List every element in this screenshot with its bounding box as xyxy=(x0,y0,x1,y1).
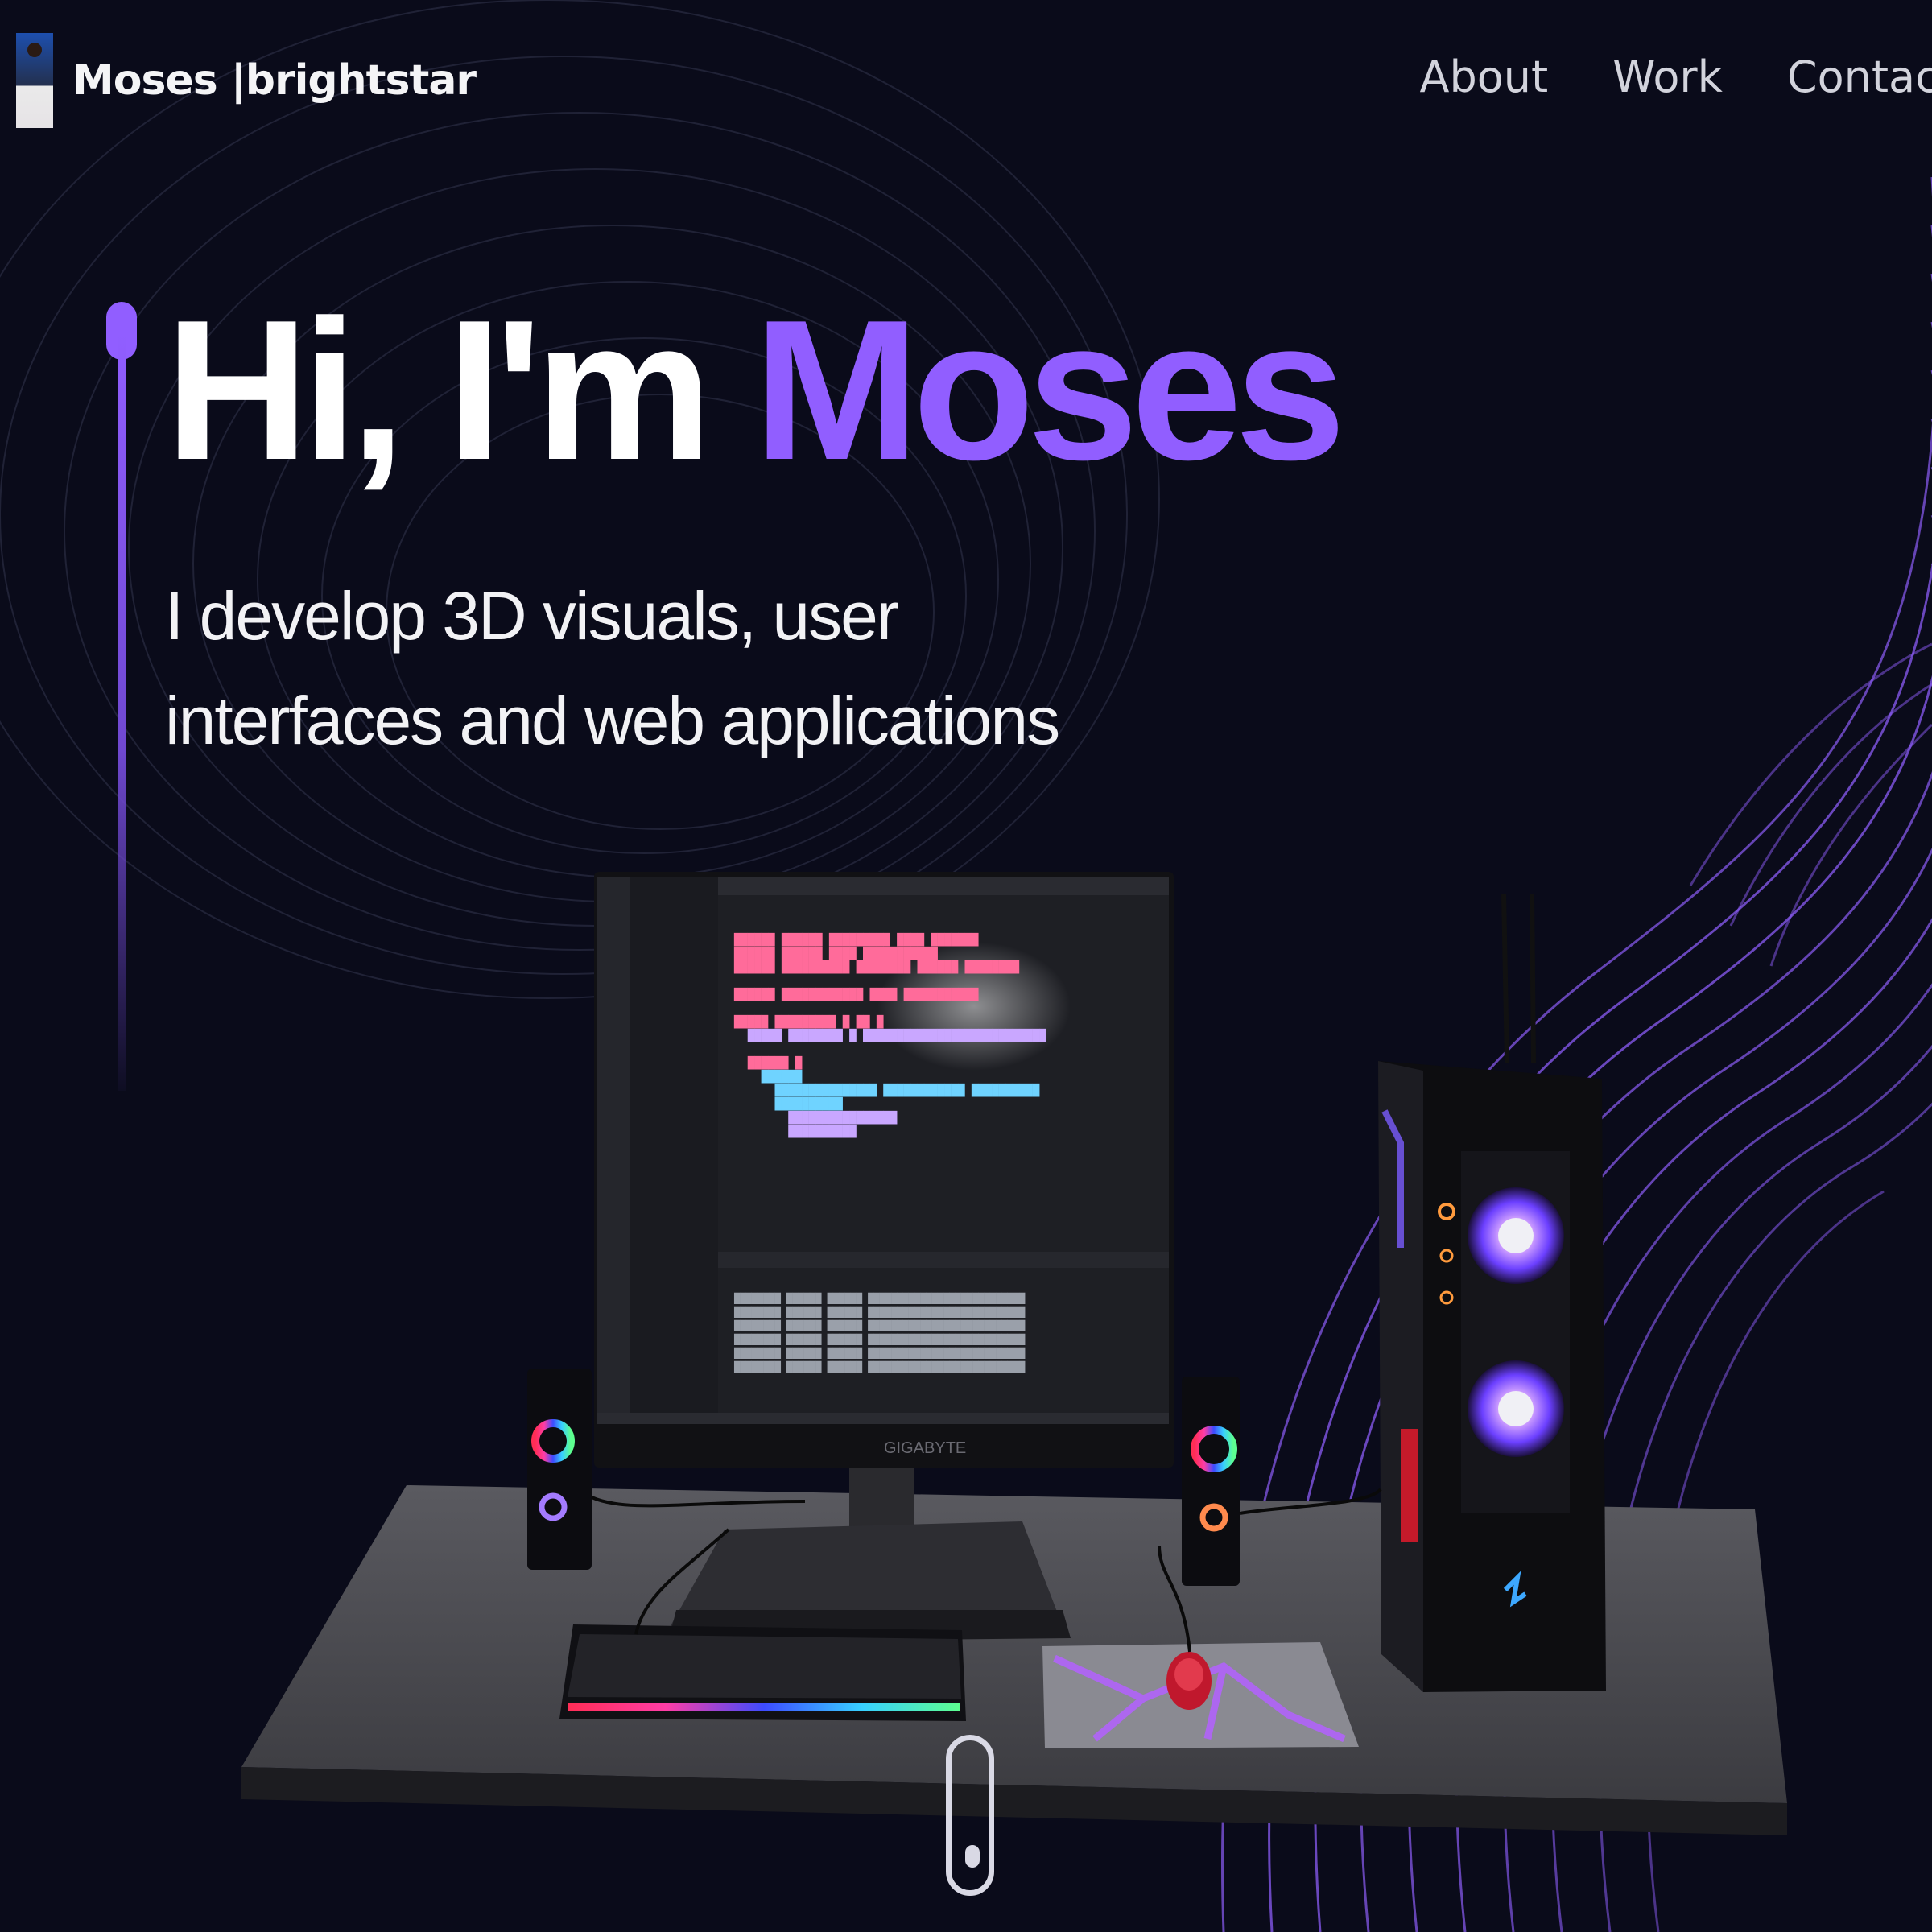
code-line: ██████ ██████ ████ ███████████ xyxy=(734,947,938,960)
brand-name: Moses |brightstar xyxy=(72,56,477,105)
scroll-indicator-icon[interactable] xyxy=(946,1735,994,1896)
profile-avatar-logo xyxy=(16,33,53,128)
monitor-screen: ██████ ██████ █████████ ████ ███████ ███… xyxy=(597,877,1169,1409)
terminal-line: ████████ ██████ ██████ █████████████████… xyxy=(734,1320,1026,1331)
nav-link-contact[interactable]: Contact xyxy=(1787,52,1932,102)
monitor-brand: GIGABYTE xyxy=(884,1439,966,1457)
terminal-line: ████████ ██████ ██████ █████████████████… xyxy=(734,1307,1026,1318)
pc-tower xyxy=(1378,893,1606,1692)
code-line: ██████ █ xyxy=(734,1057,803,1070)
nav-link-about[interactable]: About xyxy=(1420,52,1549,102)
nav-link-work[interactable]: Work xyxy=(1612,52,1723,102)
monitor-stand xyxy=(668,1449,1071,1642)
terminal-line: ████████ ██████ ██████ █████████████████… xyxy=(734,1348,1026,1359)
terminal-line: ████████ ██████ ██████ █████████████████… xyxy=(734,1293,1026,1304)
right-speaker xyxy=(1182,1377,1240,1586)
terminal-line: ████████ ██████ ██████ █████████████████… xyxy=(734,1334,1026,1345)
code-editor: ██████ ██████ █████████ ████ ███████ ███… xyxy=(734,934,1046,1139)
terminal-output: ████████ ██████ ██████ █████████████████… xyxy=(734,1292,1025,1374)
code-line: ██████ ██████ █████████ ████ ███████ xyxy=(734,934,979,947)
code-line: ████████████████ xyxy=(734,1112,898,1125)
hero-subtitle-line-1: I develop 3D visuals, user xyxy=(165,578,899,654)
brand-link[interactable]: Moses |brightstar xyxy=(16,32,477,129)
code-line: ███████████████ ████████████ ██████████ xyxy=(734,1084,1040,1097)
navbar: Moses |brightstar About Work Contact xyxy=(0,0,1932,161)
terminal-line: ████████ ██████ ██████ █████████████████… xyxy=(734,1361,1026,1373)
code-line: ██████████ xyxy=(734,1125,857,1138)
code-line: ██████ xyxy=(734,1071,803,1084)
hero-greeting: Hi, I'm xyxy=(165,278,712,502)
code-line: ██████████ xyxy=(734,1098,843,1111)
code-line: █████ ████████ █ ███████████████████████… xyxy=(734,1030,1046,1042)
hero-name: Moses xyxy=(753,278,1346,502)
hero-subtitle: I develop 3D visuals, user interfaces an… xyxy=(165,564,1060,773)
code-line: █████ █████████ █ ██ █ xyxy=(734,1016,884,1029)
scroll-indicator-knob xyxy=(965,1845,980,1868)
nav-links: About Work Contact xyxy=(1356,52,1932,102)
code-line: ██████ ██████████ ████████ ██████ ██████… xyxy=(734,961,1020,974)
hero-subtitle-line-2: interfaces and web applications xyxy=(165,683,1060,758)
code-line: ██████ ████████████ ████ ███████████ xyxy=(734,989,979,1001)
keyboard xyxy=(559,1624,966,1721)
hero-title: Hi, I'm Moses xyxy=(165,290,1346,489)
left-speaker xyxy=(527,1368,592,1570)
